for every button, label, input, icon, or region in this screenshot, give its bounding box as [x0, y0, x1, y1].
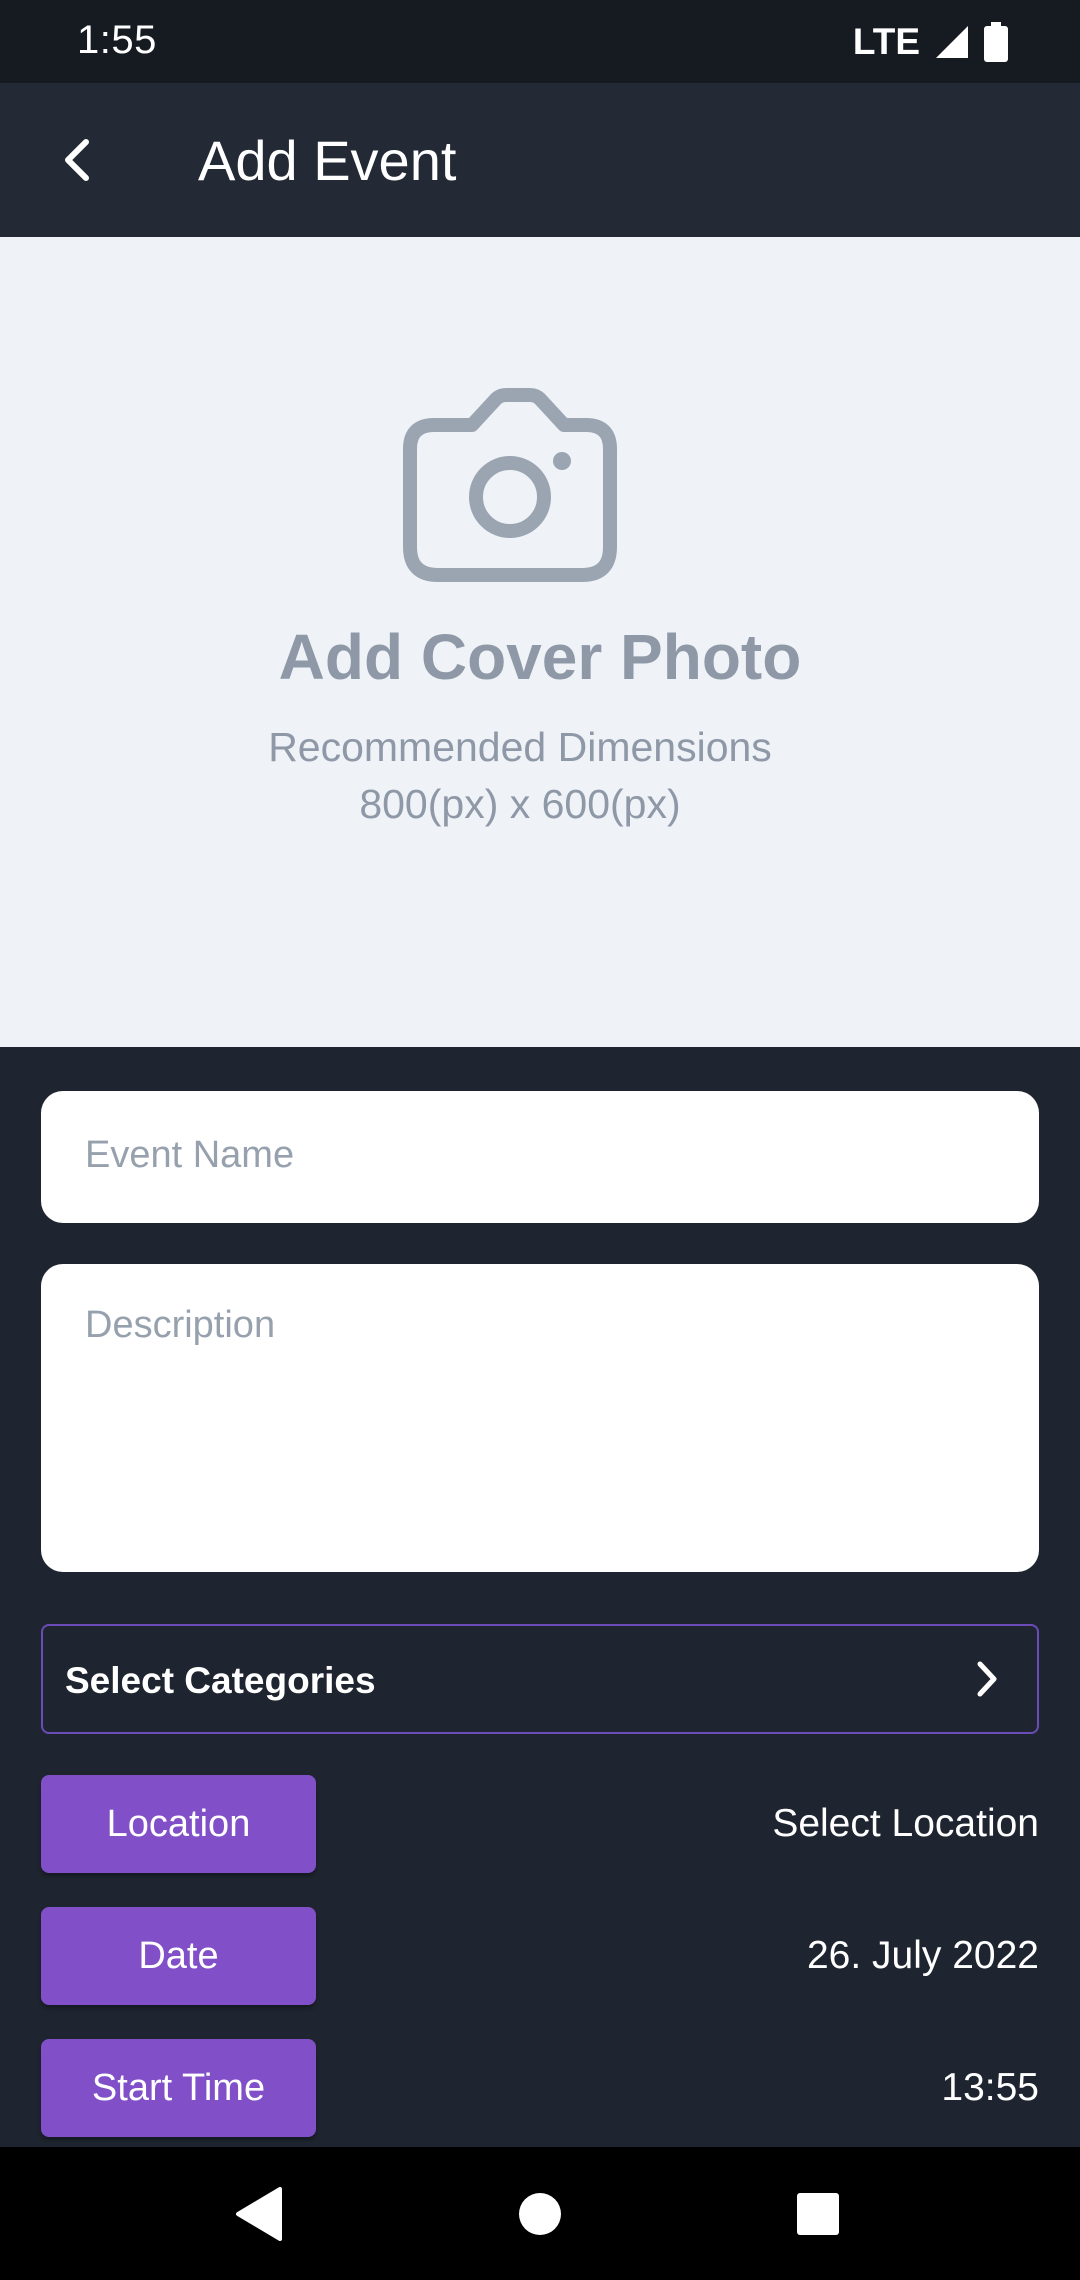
nav-back-icon[interactable]	[226, 2181, 292, 2247]
categories-label: Select Categories	[65, 1660, 376, 1701]
add-cover-photo-area[interactable]: Add Cover Photo Recommended Dimensions 8…	[0, 237, 1080, 1047]
nav-home-icon[interactable]	[507, 2181, 573, 2247]
cover-title: Add Cover Photo	[278, 621, 802, 693]
app-bar: Add Event	[0, 83, 1080, 237]
event-name-input[interactable]: Event Name	[41, 1091, 1039, 1223]
status-bar: 1:55 LTE	[0, 0, 1080, 83]
date-button[interactable]: Date	[41, 1907, 316, 2005]
select-categories-button[interactable]: Select Categories	[41, 1624, 1039, 1734]
start-time-row: Start Time 13:55	[41, 2039, 1039, 2137]
cover-hint-line2: 800(px) x 600(px)	[359, 781, 681, 827]
location-value[interactable]: Select Location	[772, 1775, 1039, 1873]
network-type: LTE	[852, 21, 920, 62]
cover-hint-line1: Recommended Dimensions	[268, 724, 772, 770]
arrow-back-icon	[65, 139, 89, 181]
location-row: Location Select Location	[41, 1775, 1039, 1873]
nav-recents-icon[interactable]	[785, 2181, 851, 2247]
camera-icon	[403, 388, 617, 582]
cover-dimensions-hint: Recommended Dimensions 800(px) x 600(px)	[0, 719, 1040, 833]
date-row: Date 26. July 2022	[41, 1907, 1039, 2005]
battery-icon	[984, 22, 1008, 62]
status-icons: LTE	[853, 18, 1008, 66]
start-time-button[interactable]: Start Time	[41, 2039, 316, 2137]
back-button[interactable]	[40, 123, 114, 197]
description-input[interactable]: Description	[41, 1264, 1039, 1572]
status-time: 1:55	[77, 18, 157, 62]
page-title: Add Event	[198, 129, 457, 192]
date-value[interactable]: 26. July 2022	[807, 1907, 1039, 2005]
signal-icon	[936, 26, 968, 58]
location-button[interactable]: Location	[41, 1775, 316, 1873]
chevron-right-icon	[977, 1661, 997, 1697]
system-nav-bar	[0, 2147, 1080, 2280]
start-time-value[interactable]: 13:55	[941, 2039, 1039, 2137]
